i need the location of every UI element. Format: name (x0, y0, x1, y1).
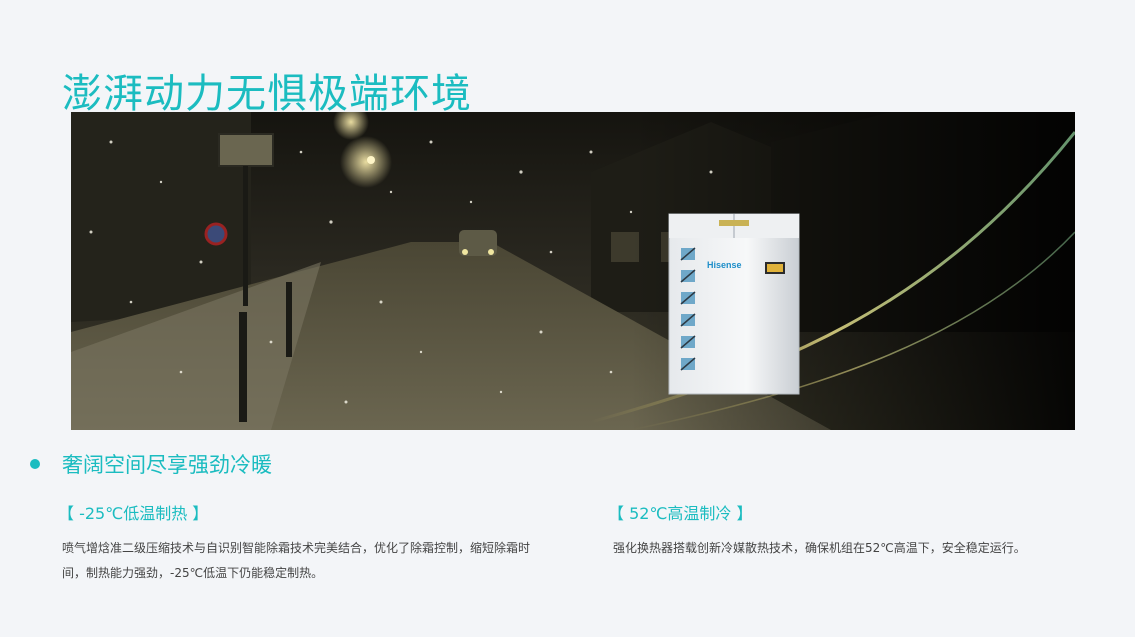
brand-logo-text: Hisense (707, 260, 742, 270)
page-title: 澎湃动力无惧极端环境 (62, 70, 472, 117)
feature-low-temp-body: 喷气增焓准二级压缩技术与自识别智能除霜技术完美结合，优化了除霜控制，缩短除霜时间… (62, 541, 531, 580)
section-title: 奢阔空间尽享强劲冷暖 (62, 453, 272, 477)
bullet-icon (30, 459, 40, 469)
snowy-night-street-illustration: Hisense (71, 112, 1075, 430)
outdoor-unit-icon: Hisense (668, 213, 800, 395)
feature-low-temp-title: 【 -25℃低温制热 】 (58, 504, 209, 523)
hero-image: Hisense (71, 112, 1075, 430)
feature-high-temp-title: 【 52℃高温制冷 】 (608, 504, 753, 523)
section-header: 奢阔空间尽享强劲冷暖 (30, 449, 272, 479)
feature-high-temp-body: 强化换热器搭载创新冷媒散热技术，确保机组在52℃高温下，安全稳定运行。 (613, 541, 1026, 555)
